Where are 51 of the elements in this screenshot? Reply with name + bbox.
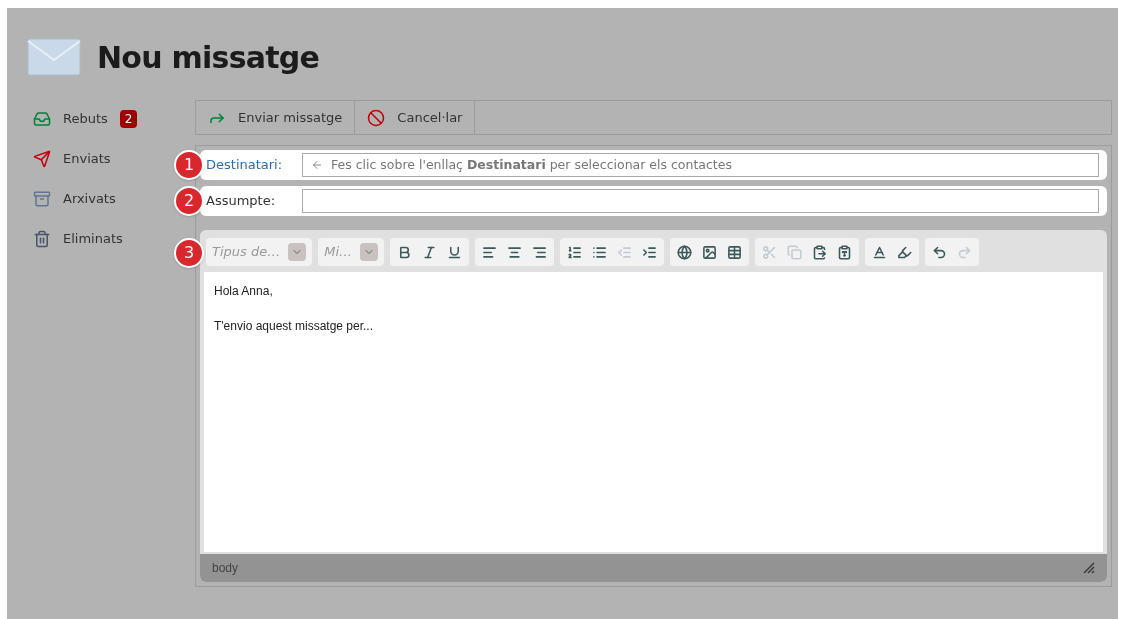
indent-icon[interactable] (642, 244, 658, 260)
arrow-left-icon (311, 159, 323, 171)
unread-count: 2 (119, 110, 138, 128)
archive-icon (33, 190, 51, 208)
subject-field[interactable] (302, 189, 1099, 213)
inbox-icon (33, 110, 51, 128)
sidebar-item[interactable]: Enviats (33, 148, 111, 170)
bullet-list-icon[interactable] (592, 244, 608, 260)
folder-label: Eliminats (63, 230, 123, 249)
dropdown-placeholder: Tipus de… (212, 243, 281, 262)
folder-label: Enviats (63, 150, 111, 169)
body-paragraph: T'envio aquest missatge per... (214, 318, 375, 335)
table-icon[interactable] (727, 244, 743, 260)
image-icon[interactable] (702, 244, 718, 260)
globe-icon[interactable] (677, 244, 693, 260)
clipboard-icon[interactable] (812, 244, 828, 260)
toolbar-button[interactable]: Cancel·lar (355, 101, 476, 134)
no-entry-icon (367, 108, 386, 127)
send-icon (33, 150, 51, 168)
undo-icon[interactable] (932, 244, 948, 260)
sidebar-item[interactable]: Eliminats (33, 228, 123, 250)
message-body[interactable]: Hola Anna, T'envio aquest missatge per... (204, 272, 1103, 552)
step-marker: 1 (174, 150, 204, 180)
resize-handle-icon[interactable] (1083, 562, 1095, 574)
page-title: Nou missatge (97, 38, 320, 77)
folder-label: Rebuts (63, 110, 108, 129)
field-hint: Fes clic sobre l'enllaç Destinatari per seleccionar els contactes (331, 155, 732, 174)
trash-icon (33, 230, 51, 248)
toolbar-button[interactable]: Enviar missatge (196, 101, 356, 134)
recipient-link[interactable]: Destinatari: (206, 155, 290, 175)
sidebar-item[interactable]: Rebuts 2 (33, 108, 138, 130)
italic-icon[interactable] (422, 244, 438, 260)
dropdown-placeholder: Mi… (324, 243, 353, 262)
step-marker: 3 (174, 238, 204, 268)
bold-icon[interactable] (397, 244, 413, 260)
step-marker: 2 (174, 186, 204, 216)
body-paragraph: Hola Anna, (214, 283, 274, 300)
text-color-icon[interactable] (872, 244, 888, 260)
folder-label: Arxivats (63, 190, 116, 209)
sidebar-item[interactable]: Arxivats (33, 188, 116, 210)
underline-icon[interactable] (447, 244, 463, 260)
envelope-icon (27, 38, 81, 76)
numbered-list-icon[interactable] (567, 244, 583, 260)
recipient-field[interactable]: Fes clic sobre l'enllaç Destinatari per seleccionar els contactes (302, 153, 1099, 177)
align-center-icon[interactable] (507, 244, 523, 260)
field-label: Assumpte: (206, 192, 277, 211)
clipboard-icon[interactable] (837, 244, 853, 260)
element-path: body (212, 560, 239, 577)
highlighter-icon[interactable] (897, 244, 913, 260)
align-left-icon[interactable] (482, 244, 498, 260)
align-right-icon[interactable] (532, 244, 548, 260)
